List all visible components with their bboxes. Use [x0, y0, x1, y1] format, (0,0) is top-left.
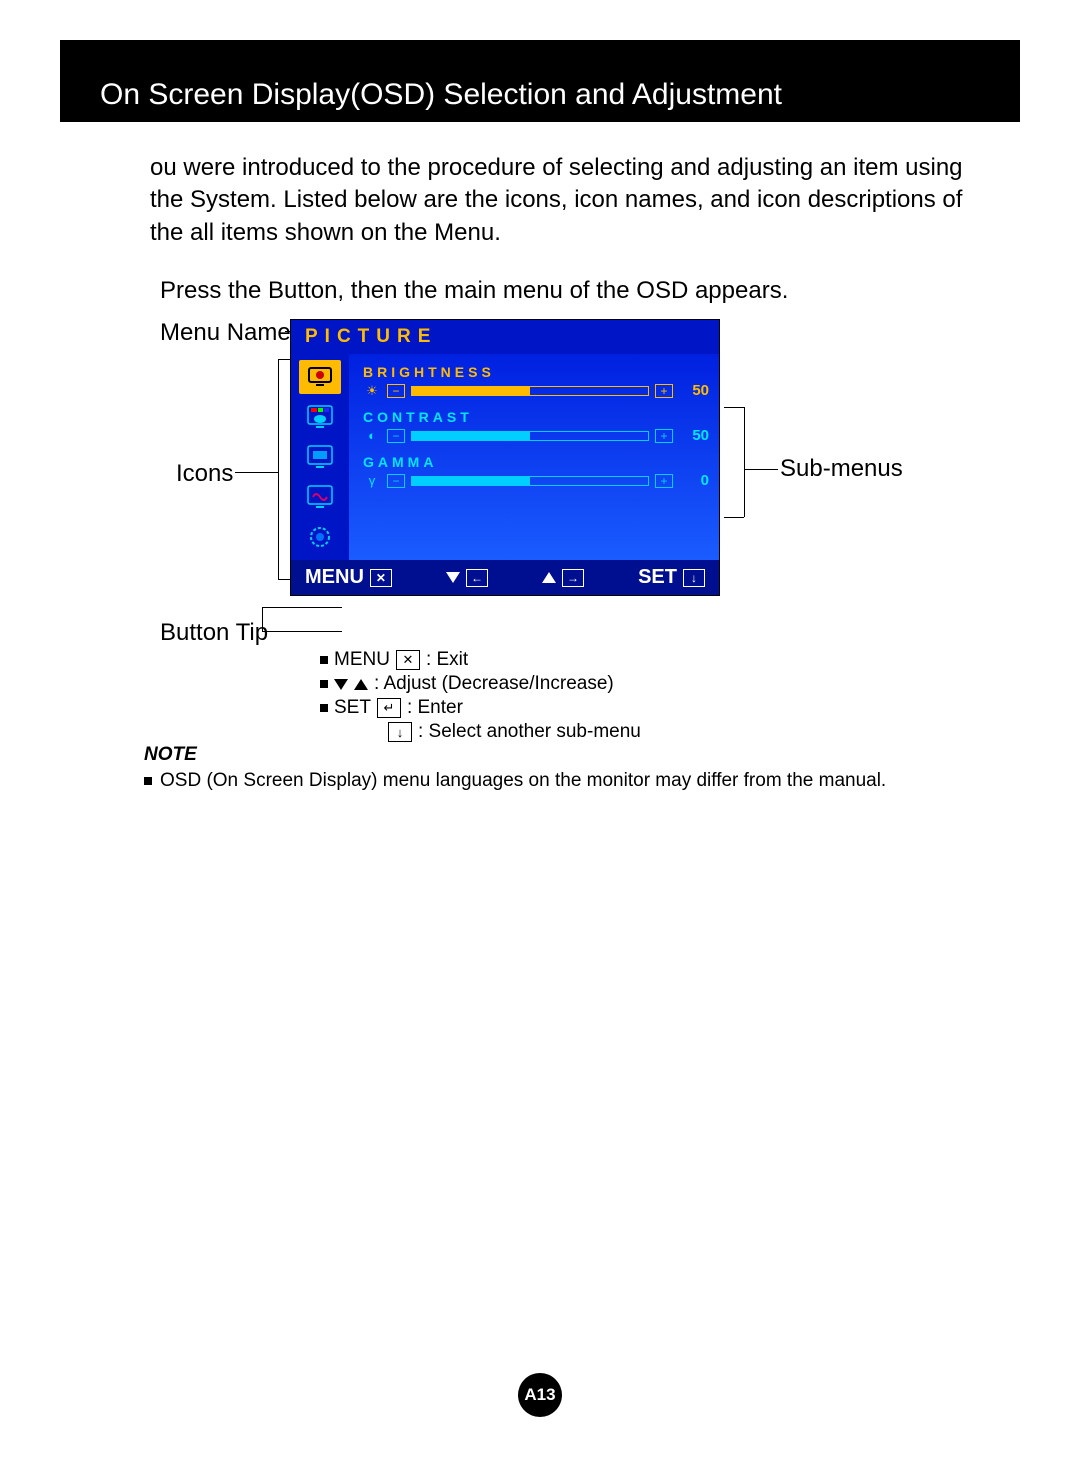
note-section: NOTE OSD (On Screen Display) menu langua…	[144, 744, 1020, 792]
label-sub-menus: Sub-menus	[780, 455, 903, 483]
exit-icon: ✕	[370, 569, 392, 587]
flatron-icon[interactable]	[299, 520, 341, 554]
osd-footer: MENU ✕ ← → SET ↓	[291, 560, 719, 595]
slider-track[interactable]	[411, 386, 649, 396]
minus-button[interactable]: −	[387, 429, 405, 443]
label-button-tip: Button Tip	[160, 619, 268, 647]
down-icon[interactable]	[446, 572, 460, 583]
color-icon[interactable]	[299, 400, 341, 434]
menu-button-label[interactable]: MENU	[305, 566, 364, 589]
intro-text: ou were introduced to the procedure of s…	[60, 152, 1020, 249]
plus-button[interactable]: +	[655, 429, 673, 443]
setup-icon[interactable]	[299, 480, 341, 514]
connector	[744, 469, 778, 470]
bullet-icon	[320, 656, 328, 664]
page-number: A13	[518, 1373, 562, 1417]
set-button-label[interactable]: SET	[638, 566, 677, 589]
label-icons: Icons	[176, 460, 233, 488]
page-title: On Screen Display(OSD) Selection and Adj…	[100, 78, 782, 112]
label-menu-name: Menu Name	[160, 319, 291, 347]
tip-set-desc: : Enter	[407, 697, 463, 719]
up-icon[interactable]	[542, 572, 556, 583]
connector	[724, 407, 744, 408]
osd-item-contrast: CONTRAST ◐ − + 50	[363, 409, 709, 444]
osd-menu-title: PICTURE	[291, 320, 719, 354]
connector	[262, 607, 263, 631]
tip-set-label: SET	[334, 697, 371, 719]
down-arrow-icon: ↓	[388, 722, 412, 742]
down-arrow-icon: ↓	[683, 569, 705, 587]
osd-item-brightness: BRIGHTNESS ☀ − + 50	[363, 364, 709, 399]
plus-button[interactable]: +	[655, 474, 673, 488]
osd-item-label: BRIGHTNESS	[363, 364, 709, 380]
title-bar: On Screen Display(OSD) Selection and Adj…	[60, 40, 1020, 122]
up-icon	[354, 679, 368, 690]
slider-value: 50	[679, 382, 709, 399]
slider-contrast[interactable]: ◐ − + 50	[363, 427, 709, 444]
osd-item-label: GAMMA	[363, 454, 709, 470]
osd-sidebar	[291, 354, 349, 560]
osd-item-label: CONTRAST	[363, 409, 709, 425]
slider-value: 50	[679, 427, 709, 444]
osd-menu: PICTURE	[290, 319, 720, 596]
picture-icon[interactable]	[299, 360, 341, 394]
tip-menu-label: MENU	[334, 649, 390, 671]
slider-brightness[interactable]: ☀ − + 50	[363, 382, 709, 399]
tip-adjust-desc: : Adjust (Decrease/Increase)	[374, 673, 614, 695]
minus-button[interactable]: −	[387, 474, 405, 488]
enter-icon: ↵	[377, 698, 401, 718]
bullet-icon	[320, 704, 328, 712]
note-label: NOTE	[144, 744, 1020, 766]
slider-value: 0	[679, 472, 709, 489]
minus-button[interactable]: −	[387, 384, 405, 398]
connector	[724, 517, 744, 518]
slider-gamma[interactable]: γ − + 0	[363, 472, 709, 489]
bullet-icon	[144, 777, 152, 785]
left-arrow-icon: ←	[466, 569, 488, 587]
osd-item-gamma: GAMMA γ − + 0	[363, 454, 709, 489]
right-arrow-icon: →	[562, 569, 584, 587]
brightness-icon: ☀	[363, 383, 381, 399]
connector	[262, 631, 342, 632]
slider-track[interactable]	[411, 476, 649, 486]
contrast-icon: ◐	[363, 428, 381, 443]
bullet-icon	[320, 680, 328, 688]
tip-menu-desc: : Exit	[426, 649, 468, 671]
button-tips: MENU ✕ : Exit : Adjust (Decrease/Increas…	[320, 649, 641, 745]
connector	[235, 472, 278, 473]
press-instruction: Press the Button, then the main menu of …	[60, 277, 1020, 305]
tip-select-desc: : Select another sub-menu	[418, 721, 641, 743]
connector	[744, 407, 745, 517]
tracking-icon[interactable]	[299, 440, 341, 474]
exit-icon: ✕	[396, 650, 420, 670]
osd-content: BRIGHTNESS ☀ − + 50 CONTRAST ◐	[349, 354, 719, 560]
gamma-icon: γ	[363, 473, 381, 488]
slider-track[interactable]	[411, 431, 649, 441]
note-text: OSD (On Screen Display) menu languages o…	[160, 770, 886, 792]
down-icon	[334, 679, 348, 690]
connector	[278, 359, 279, 579]
plus-button[interactable]: +	[655, 384, 673, 398]
connector	[262, 607, 342, 608]
